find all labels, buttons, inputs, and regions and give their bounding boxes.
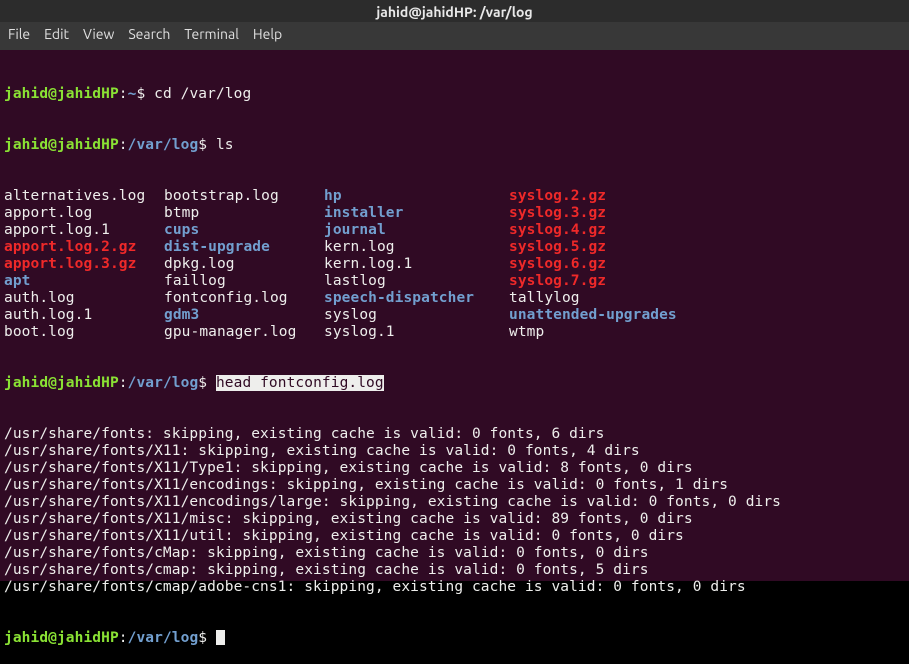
- ls-row: apport.log.1 cups journal syslog.4.gz: [4, 222, 905, 239]
- ls-entry: syslog.7.gz: [509, 273, 606, 289]
- ls-entry: faillog: [164, 273, 226, 289]
- ls-entry: btmp: [164, 205, 199, 221]
- ls-entry: kern.log.1: [324, 256, 412, 272]
- prompt-line-2: jahid@jahidHP:/var/log$ ls: [4, 137, 905, 154]
- menu-search[interactable]: Search: [128, 26, 170, 46]
- ls-entry: boot.log: [4, 324, 75, 340]
- output-line: /usr/share/fonts/cMap: skipping, existin…: [4, 545, 905, 562]
- command-ls: ls: [216, 137, 234, 153]
- ls-entry: syslog.3.gz: [509, 205, 606, 221]
- ls-entry: syslog.4.gz: [509, 222, 606, 238]
- ls-entry: syslog.6.gz: [509, 256, 606, 272]
- prompt-line-1: jahid@jahidHP:~$ cd /var/log: [4, 86, 905, 103]
- menu-file[interactable]: File: [8, 26, 30, 46]
- prompt-line-4: jahid@jahidHP:/var/log$: [4, 630, 905, 647]
- ls-row: apport.log.3.gz dpkg.log kern.log.1 syslog.…: [4, 256, 905, 273]
- menu-bar: File Edit View Search Terminal Help: [0, 22, 909, 50]
- ls-entry: syslog.5.gz: [509, 239, 606, 255]
- ls-entry: bootstrap.log: [164, 188, 279, 204]
- menu-terminal[interactable]: Terminal: [184, 26, 239, 46]
- menu-view[interactable]: View: [83, 26, 114, 46]
- output-line: /usr/share/fonts: skipping, existing cac…: [4, 426, 905, 443]
- ls-entry: cups: [164, 222, 199, 238]
- ls-entry: hp: [324, 188, 342, 204]
- output-line: /usr/share/fonts/cmap: skipping, existin…: [4, 562, 905, 579]
- ls-entry: dpkg.log: [164, 256, 235, 272]
- ls-entry: apport.log.3.gz: [4, 256, 136, 272]
- ls-output: alternatives.log bootstrap.log hp syslog.2.…: [4, 188, 905, 341]
- head-output: /usr/share/fonts: skipping, existing cac…: [4, 426, 905, 596]
- ls-entry: wtmp: [509, 324, 544, 340]
- output-line: /usr/share/fonts/X11/util: skipping, exi…: [4, 528, 905, 545]
- ls-entry: unattended-upgrades: [509, 307, 677, 323]
- ls-entry: fontconfig.log: [164, 290, 288, 306]
- ls-row: apport.log.2.gz dist-upgrade kern.log syslo…: [4, 239, 905, 256]
- ls-entry: lastlog: [324, 273, 386, 289]
- ls-entry: apt: [4, 273, 31, 289]
- ls-row: apport.log btmp installer syslog.3.gz: [4, 205, 905, 222]
- ls-entry: apport.log.2.gz: [4, 239, 136, 255]
- ls-entry: dist-upgrade: [164, 239, 270, 255]
- prompt-line-3: jahid@jahidHP:/var/log$ head fontconfig.…: [4, 375, 905, 392]
- output-line: /usr/share/fonts/X11/misc: skipping, exi…: [4, 511, 905, 528]
- ls-entry: syslog.2.gz: [509, 188, 606, 204]
- ls-entry: tallylog: [509, 290, 580, 306]
- output-line: /usr/share/fonts/cmap/adobe-cns1: skippi…: [4, 579, 905, 596]
- menu-edit[interactable]: Edit: [44, 26, 69, 46]
- ls-row: auth.log.1 gdm3 syslog unattended-upgrades: [4, 307, 905, 324]
- ls-entry: syslog.1: [324, 324, 395, 340]
- command-cd: cd /var/log: [154, 86, 251, 102]
- cursor: [216, 630, 225, 645]
- ls-entry: kern.log: [324, 239, 395, 255]
- ls-row: alternatives.log bootstrap.log hp syslog.2.…: [4, 188, 905, 205]
- ls-row: apt faillog lastlog syslog.7.gz: [4, 273, 905, 290]
- ls-entry: apport.log: [4, 205, 92, 221]
- output-line: /usr/share/fonts/X11/encodings: skipping…: [4, 477, 905, 494]
- ls-entry: syslog: [324, 307, 377, 323]
- ls-entry: speech-dispatcher: [324, 290, 474, 306]
- ls-entry: gdm3: [164, 307, 199, 323]
- menu-help[interactable]: Help: [253, 26, 282, 46]
- window-titlebar: jahid@jahidHP: /var/log: [0, 0, 909, 22]
- ls-entry: gpu-manager.log: [164, 324, 296, 340]
- ls-entry: auth.log.1: [4, 307, 92, 323]
- ls-entry: apport.log.1: [4, 222, 110, 238]
- ls-entry: auth.log: [4, 290, 75, 306]
- ls-row: auth.log fontconfig.log speech-dispatcher t…: [4, 290, 905, 307]
- ls-entry: alternatives.log: [4, 188, 145, 204]
- terminal-viewport[interactable]: jahid@jahidHP:~$ cd /var/log jahid@jahid…: [0, 50, 909, 581]
- ls-entry: installer: [324, 205, 403, 221]
- ls-entry: journal: [324, 222, 386, 238]
- output-line: /usr/share/fonts/X11/Type1: skipping, ex…: [4, 460, 905, 477]
- output-line: /usr/share/fonts/X11/encodings/large: sk…: [4, 494, 905, 511]
- output-line: /usr/share/fonts/X11: skipping, existing…: [4, 443, 905, 460]
- prompt-user: jahid@jahidHP: [4, 86, 119, 102]
- command-head-highlighted: head fontconfig.log: [216, 375, 384, 391]
- ls-row: boot.log gpu-manager.log syslog.1 wtmp: [4, 324, 905, 341]
